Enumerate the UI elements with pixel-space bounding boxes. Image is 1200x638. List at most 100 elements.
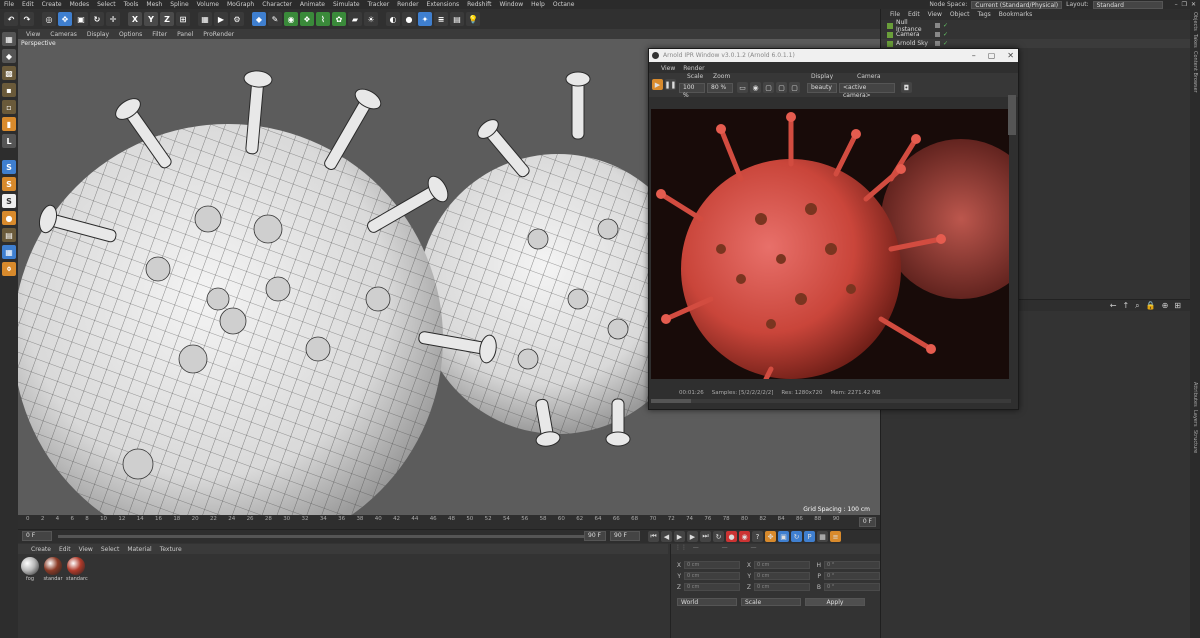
check-icon[interactable]: ✓ [943,22,948,29]
current-frame-field[interactable]: 0 F [858,517,876,527]
max-frame-field[interactable]: 90 F [610,531,640,541]
position-field[interactable]: 0 cm [684,583,740,591]
param-key-icon[interactable]: P [804,531,815,542]
display-dropdown[interactable]: beauty [807,83,837,93]
size-field[interactable]: 0 cm [754,583,810,591]
menu-item[interactable]: Render [393,1,422,8]
scale-icon[interactable]: ▣ [74,12,88,26]
auto-key-icon[interactable]: ◉ [739,531,750,542]
material-menu-item[interactable]: View [76,546,96,553]
menu-item[interactable]: Animate [296,1,329,8]
start-frame-field[interactable]: 0 F [22,531,52,541]
object-row[interactable]: Null Instance ✓ [881,19,1191,33]
subdivision-icon[interactable]: ◉ [284,12,298,26]
timeline-ruler[interactable]: 0 2 4 6 8 10 12 14 16 18 20 22 24 26 28 30 32 34 36 38 40 42 4… [18,515,880,529]
first-frame-icon[interactable]: ⏮ [648,531,659,542]
pos-key-icon[interactable]: ✥ [765,531,776,542]
channel-g-icon[interactable]: ▢ [776,82,787,93]
last-tool-icon[interactable]: ✛ [106,12,120,26]
arnold-title-bar[interactable]: Arnold IPR Window v3.0.1.2 (Arnold 6.0.1… [649,49,1018,62]
size-field[interactable]: 0 cm [754,561,810,569]
lock-icon[interactable]: ⌽ [2,262,16,276]
grid-mode-icon[interactable]: ▦ [2,245,16,259]
channel-r-icon[interactable]: ▢ [763,82,774,93]
maximize-icon[interactable]: ▢ [988,51,996,60]
keyframe-icon[interactable]: ? [752,531,763,542]
grid-icon[interactable]: ▤ [450,12,464,26]
world-dropdown[interactable]: World [677,598,737,606]
play-icon[interactable]: ▶ [674,531,685,542]
viewport-menu-item[interactable]: ProRender [199,31,238,38]
menu-item[interactable]: Extensions [423,1,464,8]
object-row[interactable]: Arnold Sky ✓ [881,39,1191,48]
zoom-field[interactable]: 80 % [707,83,733,93]
restore-icon[interactable]: ❐ [1182,1,1187,8]
start-render-icon[interactable]: ▶ [652,79,663,90]
material-item[interactable]: standarc [66,557,88,582]
object-menu-item[interactable]: View [925,11,945,18]
material-menu-item[interactable]: Edit [56,546,74,553]
size-field[interactable]: 0 cm [754,572,810,580]
polygons-mode-icon[interactable]: ▮ [2,117,16,131]
minimize-icon[interactable]: – [1175,1,1178,8]
menu-item[interactable]: Modes [66,1,93,8]
viewport-menu-item[interactable]: Cameras [46,31,81,38]
search-icon[interactable]: ⌕ [1135,301,1139,311]
last-frame-icon[interactable]: ⏭ [700,531,711,542]
material-menu-item[interactable]: Create [28,546,54,553]
viewport-menu-item[interactable]: Panel [173,31,197,38]
position-field[interactable]: 0 cm [684,572,740,580]
range-slider[interactable] [58,535,598,538]
arnold-side-tabs[interactable] [1008,95,1016,135]
viewport-menu-item[interactable]: Display [83,31,113,38]
menu-item[interactable]: Help [527,1,549,8]
check-icon[interactable]: ✓ [943,31,948,38]
rotation-field[interactable]: 0 ° [824,572,880,580]
side-tab[interactable]: Structure [1192,430,1198,453]
visibility-icon[interactable] [935,32,940,37]
menu-item[interactable]: Create [38,1,66,8]
redo-icon[interactable]: ↷ [20,12,34,26]
undo-icon[interactable]: ↶ [4,12,18,26]
color-icon[interactable]: ◉ [750,82,761,93]
camera-icon[interactable]: ▰ [348,12,362,26]
object-menu-item[interactable]: Tags [974,11,993,18]
render-picture-viewer-icon[interactable]: ▶ [214,12,228,26]
visibility-icon[interactable] [935,23,940,28]
menu-item[interactable]: Select [93,1,120,8]
rotate-icon[interactable]: ↻ [90,12,104,26]
side-tab[interactable]: Layers [1192,410,1198,427]
cube-icon[interactable]: ◆ [252,12,266,26]
render-view-icon[interactable]: ▦ [198,12,212,26]
x-axis-icon[interactable]: X [128,12,142,26]
scene-icon[interactable]: ✿ [332,12,346,26]
brush-icon[interactable]: ● [2,211,16,225]
object-row[interactable]: Camera ✓ [881,30,1191,39]
menu-item[interactable]: MoGraph [223,1,258,8]
bulb-icon[interactable]: 💡 [466,12,480,26]
prev-key-icon[interactable]: ◀ [661,531,672,542]
menu-item[interactable]: Window [496,1,528,8]
up-arrow-icon[interactable]: ↑ [1122,301,1129,311]
material-item[interactable]: standar [43,557,63,582]
make-editable-icon[interactable]: ▦ [2,32,16,46]
arnold-icon[interactable]: ◐ [386,12,400,26]
material-item[interactable]: fog [20,557,40,582]
menu-item[interactable]: Redshift [463,1,495,8]
deformer-icon[interactable]: ⌇ [316,12,330,26]
close-icon[interactable]: ✕ [1007,51,1014,60]
apply-button[interactable]: Apply [805,598,865,606]
object-menu-item[interactable]: Bookmarks [996,11,1036,18]
y-axis-icon[interactable]: Y [144,12,158,26]
menu-item[interactable]: File [0,1,18,8]
menu-item[interactable]: Character [258,1,296,8]
workplane-icon[interactable]: S [2,194,16,208]
object-menu-item[interactable]: File [887,11,903,18]
layout-dropdown[interactable]: Standard [1092,0,1163,9]
coord-system-icon[interactable]: ⊞ [176,12,190,26]
texture-mode-icon[interactable]: ▩ [2,66,16,80]
edges-mode-icon[interactable]: ▫ [2,100,16,114]
node-space-dropdown[interactable]: Current (Standard/Physical) [971,0,1063,9]
channel-b-icon[interactable]: ▢ [789,82,800,93]
plugin-icon[interactable]: ✦ [418,12,432,26]
